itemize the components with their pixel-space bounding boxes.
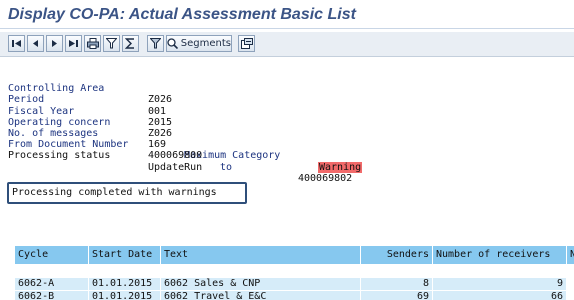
table-cell-receivers[interactable]: 66 — [433, 291, 567, 300]
segments-button[interactable]: Segments — [166, 35, 232, 52]
header-gap — [15, 264, 574, 278]
status-message: Processing completed with warnings — [7, 182, 247, 204]
first-page-button[interactable] — [8, 35, 25, 52]
table-cell-cycle[interactable]: 6062-A — [15, 278, 89, 290]
table-cell-senders[interactable]: 8 — [361, 278, 433, 290]
search-icon — [167, 38, 178, 49]
to-value: 400069802 — [298, 172, 353, 184]
export-button[interactable] — [238, 35, 255, 52]
info-value: 169 — [148, 139, 167, 151]
column-header-cycle[interactable]: Cycle — [15, 246, 89, 264]
info-row-controlling-area: Controlling Area Z026 — [8, 72, 172, 105]
column-header-text[interactable]: Text — [161, 246, 361, 264]
sum-button[interactable] — [122, 35, 139, 52]
print-icon — [86, 38, 99, 49]
next-page-icon — [52, 40, 57, 47]
toolbar: Segments — [0, 32, 574, 57]
info-value: UpdateRun — [148, 161, 203, 173]
info-row-document-number: From Document Number 400069800 to 400069… — [8, 128, 352, 184]
sum-icon — [125, 38, 134, 49]
last-page-icon — [69, 40, 78, 47]
info-label: Processing status — [8, 150, 111, 162]
info-value: Z026 — [148, 128, 173, 139]
filter-button[interactable] — [103, 35, 120, 52]
first-page-icon — [12, 40, 21, 47]
column-header-start-date[interactable]: Start Date — [89, 246, 161, 264]
column-header-n[interactable]: N — [567, 246, 574, 264]
info-row-messages: No. of messages 169 Maximum Category War… — [8, 117, 363, 173]
next-page-button[interactable] — [46, 35, 63, 52]
info-row-operating-concern: Operating concern Z026 — [8, 106, 172, 139]
table-cell-start-date[interactable]: 01.01.2015 — [89, 291, 161, 300]
info-row-fiscal-year: Fiscal Year 2015 — [8, 94, 172, 128]
title-divider — [0, 28, 574, 29]
column-header-senders[interactable]: Senders — [361, 246, 433, 264]
column-header-receivers[interactable]: Number of receivers — [433, 246, 567, 264]
export-icon — [240, 38, 253, 49]
info-row-period: Period 001 — [8, 83, 166, 116]
prev-page-button[interactable] — [27, 35, 44, 52]
print-button[interactable] — [84, 35, 101, 52]
info-value: 001 — [148, 105, 167, 117]
table-cell-text[interactable]: 6062 Sales & CNP — [161, 278, 361, 290]
table-cell-text[interactable]: 6062 Travel & E&C — [161, 291, 361, 300]
last-page-button[interactable] — [65, 35, 82, 52]
filter-icon — [106, 38, 117, 49]
table-cell-cycle[interactable]: 6062-B — [15, 291, 89, 300]
table-cell-receivers[interactable]: 9 — [433, 278, 567, 290]
info-value: 2015 — [148, 116, 173, 128]
info-value: 400069800 — [148, 150, 203, 162]
table-cell-senders[interactable]: 69 — [361, 291, 433, 300]
results-table: Cycle Start Date Text Senders Number of … — [15, 246, 574, 300]
filter-set-button[interactable] — [147, 35, 164, 52]
segments-label: Segments — [180, 38, 231, 49]
warning-badge: Warning — [318, 161, 363, 173]
prev-page-icon — [33, 40, 38, 47]
filter-set-icon — [150, 38, 161, 49]
table-cell-start-date[interactable]: 01.01.2015 — [89, 278, 161, 290]
page-title: Display CO-PA: Actual Assessment Basic L… — [8, 6, 356, 23]
info-value: Z026 — [148, 94, 173, 106]
to-label: to — [220, 161, 233, 173]
info-row-processing-status: Processing status UpdateRun — [8, 139, 202, 172]
